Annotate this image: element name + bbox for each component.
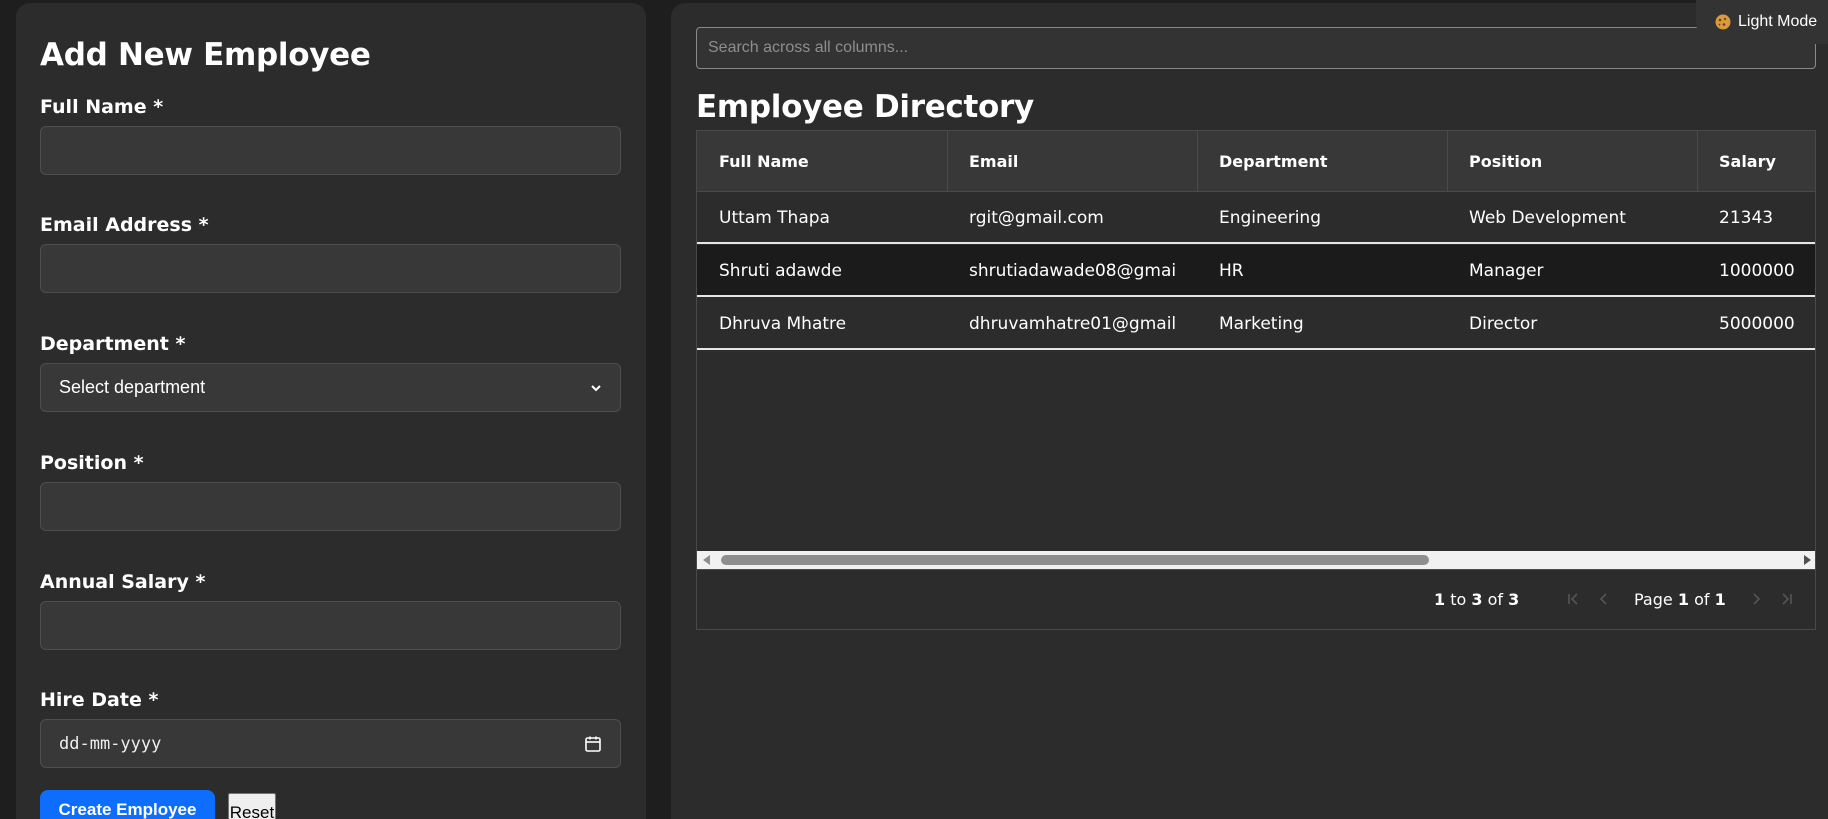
cell-department: Engineering [1219, 208, 1321, 228]
table-row[interactable]: Shruti adawde shrutiadawade08@gmail.... … [697, 245, 1815, 297]
email-label: Email Address * [40, 214, 209, 236]
hire-date-input[interactable]: dd-mm-yyyy [40, 719, 621, 768]
scroll-left-arrow-icon[interactable] [703, 555, 710, 565]
column-header-department[interactable]: Department [1197, 131, 1447, 191]
last-page-icon[interactable] [1777, 590, 1795, 608]
cell-full-name: Uttam Thapa [719, 208, 830, 228]
page-indicator: Page 1 of 1 [1634, 590, 1726, 609]
cell-position: Director [1469, 314, 1538, 334]
cell-position: Manager [1469, 261, 1544, 281]
cell-salary: 21343 [1719, 208, 1774, 228]
cell-department: Marketing [1219, 314, 1304, 334]
app: Add New Employee Full Name * Email Addre… [0, 0, 1828, 819]
email-input[interactable] [40, 244, 621, 293]
grid-header: Full Name Email Department Position Sala… [697, 131, 1815, 192]
calendar-icon[interactable] [584, 735, 602, 753]
scroll-right-arrow-icon[interactable] [1804, 555, 1811, 565]
cell-department: HR [1219, 261, 1244, 281]
department-select[interactable]: Select department [40, 363, 621, 412]
chevron-down-icon [591, 384, 601, 391]
column-header-email[interactable]: Email [947, 131, 1197, 191]
cell-email: dhruvamhatre01@gmail.... [969, 314, 1177, 334]
cell-salary: 5000000 [1719, 314, 1795, 334]
column-header-full-name[interactable]: Full Name [697, 131, 947, 191]
row-count-summary: 1 to 3 of 3 [1434, 590, 1520, 609]
hire-date-value: dd-mm-yyyy [59, 733, 162, 754]
add-employee-panel: Add New Employee Full Name * Email Addre… [16, 3, 646, 819]
reset-button[interactable]: Reset [228, 793, 276, 819]
column-header-salary[interactable]: Salary [1697, 131, 1815, 191]
cell-position: Web Development [1469, 208, 1626, 228]
salary-label: Annual Salary * [40, 571, 206, 593]
horizontal-scrollbar[interactable] [697, 551, 1815, 569]
next-page-icon[interactable] [1747, 590, 1765, 608]
table-row[interactable]: Uttam Thapa rgit@gmail.com Engineering W… [697, 192, 1815, 244]
cell-salary: 1000000 [1719, 261, 1795, 281]
cookie-icon [1715, 14, 1731, 30]
scrollbar-thumb[interactable] [721, 555, 1429, 565]
create-employee-button[interactable]: Create Employee [40, 790, 215, 819]
employee-grid: Full Name Email Department Position Sala… [696, 130, 1816, 630]
directory-title: Employee Directory [696, 89, 1034, 125]
search-input[interactable]: Search across all columns... [696, 27, 1816, 69]
search-placeholder: Search across all columns... [708, 39, 909, 56]
previous-page-icon[interactable] [1595, 590, 1613, 608]
hire-date-label: Hire Date * [40, 689, 159, 711]
theme-toggle-label: Light Mode [1738, 13, 1818, 30]
cell-full-name: Dhruva Mhatre [719, 314, 847, 334]
pagination-bar: 1 to 3 of 3 Page 1 of 1 [697, 569, 1815, 629]
department-label: Department * [40, 333, 186, 355]
department-select-value: Select department [59, 377, 206, 397]
position-input[interactable] [40, 482, 621, 531]
cell-email: rgit@gmail.com [969, 208, 1104, 228]
column-header-position[interactable]: Position [1447, 131, 1697, 191]
cell-full-name: Shruti adawde [719, 261, 842, 281]
salary-input[interactable] [40, 601, 621, 650]
theme-toggle-button[interactable]: Light Mode [1696, 0, 1828, 44]
cell-email: shrutiadawade08@gmail.... [969, 261, 1177, 281]
form-title: Add New Employee [40, 37, 371, 73]
position-label: Position * [40, 452, 144, 474]
full-name-input[interactable] [40, 126, 621, 175]
first-page-icon[interactable] [1565, 590, 1583, 608]
full-name-label: Full Name * [40, 96, 164, 118]
table-row[interactable]: Dhruva Mhatre dhruvamhatre01@gmail.... M… [697, 298, 1815, 350]
